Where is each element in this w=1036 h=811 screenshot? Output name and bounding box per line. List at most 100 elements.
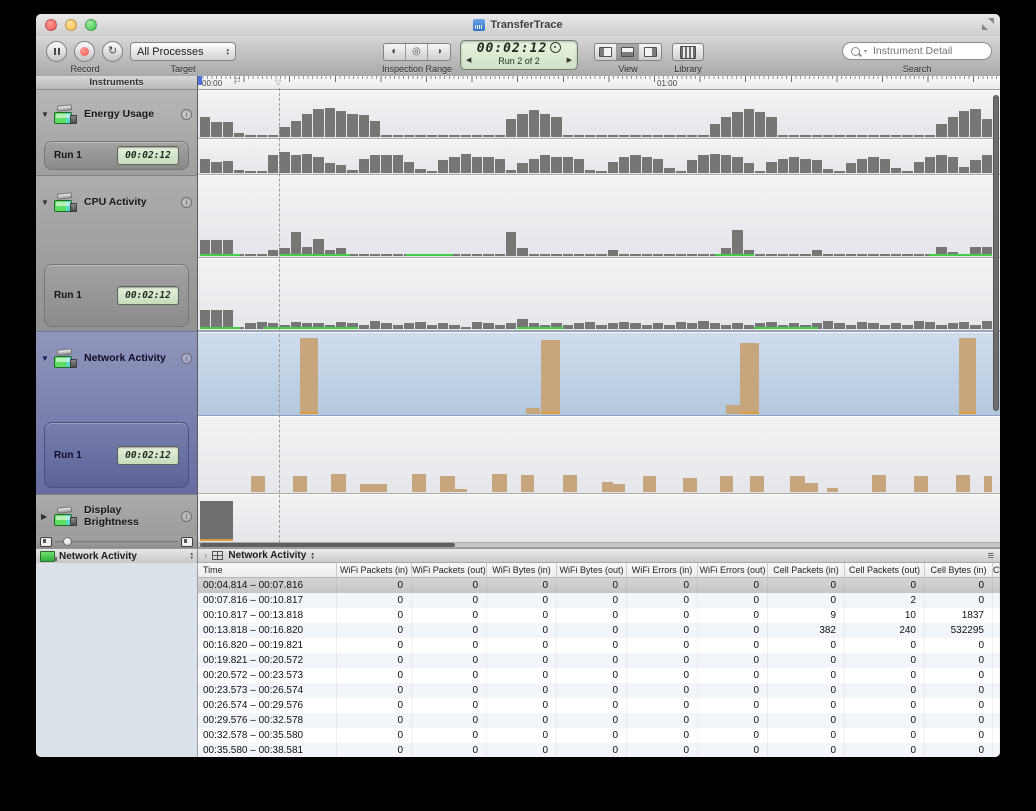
track-bar (585, 135, 595, 137)
table-row[interactable]: 00:32.578 – 00:35.580000000000 (198, 728, 1000, 743)
table-row[interactable]: 00:23.573 – 00:26.574000000000 (198, 683, 1000, 698)
column-header[interactable]: WiFi Errors (out) (698, 563, 768, 577)
view-bottom-panel-button[interactable] (617, 44, 639, 60)
chevron-updown-icon[interactable]: ▴▾ (311, 552, 314, 560)
track-energy-usage[interactable] (198, 90, 1000, 139)
run-card-energy[interactable]: Run 1 00:02:12 (44, 141, 189, 170)
search-input[interactable] (871, 44, 983, 58)
zoom-slider-knob[interactable] (63, 537, 72, 546)
table-row[interactable]: 00:35.580 – 00:38.581000000000 (198, 743, 1000, 757)
cell-value: 0 (412, 713, 487, 728)
info-icon[interactable]: i (181, 109, 192, 120)
track-bar (415, 135, 425, 137)
cell-value: 0 (412, 668, 487, 683)
cell-value: 0 (337, 743, 412, 757)
info-icon[interactable]: i (181, 197, 192, 208)
column-header[interactable]: Time (198, 563, 337, 577)
grid-view-icon[interactable] (212, 551, 223, 560)
sidebar-item-network-activity[interactable]: ▼ Network Activity i Run 1 00:02:12 (36, 331, 198, 494)
table-row[interactable]: 00:26.574 – 00:29.576000000000 (198, 698, 1000, 713)
info-icon[interactable]: i (181, 353, 192, 364)
column-header[interactable]: WiFi Packets (out) (412, 563, 487, 577)
inspection-range-clear-button[interactable]: ◎ (406, 44, 428, 60)
search-field[interactable]: ▾ (842, 42, 992, 60)
sidebar-item-energy-usage[interactable]: ▼ Energy Usage i Run 1 00:02:12 (36, 90, 198, 175)
breadcrumb[interactable]: Network Activity (228, 550, 306, 561)
inspection-range-end-button[interactable]: ◑ (428, 44, 450, 60)
view-left-panel-button[interactable] (595, 44, 617, 60)
zoom-small-icon[interactable] (40, 537, 52, 547)
track-bar (393, 155, 403, 173)
column-header[interactable]: Cell Packets (in) (768, 563, 845, 577)
disclosure-triangle-icon[interactable]: ▼ (41, 110, 50, 119)
loop-button[interactable]: ↻ (102, 41, 123, 62)
track-bar (449, 135, 459, 137)
vertical-scrollbar[interactable] (993, 95, 999, 411)
track-bar (526, 408, 539, 414)
table-row[interactable]: 00:20.572 – 00:23.573000000000 (198, 668, 1000, 683)
track-bar (750, 476, 763, 492)
horizontal-scrollbar[interactable] (200, 543, 455, 547)
table-row[interactable]: 00:07.816 – 00:10.817000000020 (198, 593, 1000, 608)
playhead-triangle-icon[interactable]: ▽ (275, 79, 281, 87)
disclosure-triangle-icon[interactable]: ▼ (41, 354, 50, 363)
track-bar (404, 135, 414, 137)
track-network-activity-selected[interactable] (198, 331, 1000, 416)
titlebar[interactable]: TransferTrace (36, 14, 1000, 37)
table-row[interactable]: 00:10.817 – 00:13.8180000009101837 (198, 608, 1000, 623)
track-cpu-activity-run1[interactable] (198, 258, 1000, 331)
column-header[interactable]: Cell Packets (out) (845, 563, 925, 577)
column-header[interactable]: WiFi Packets (in) (337, 563, 412, 577)
disclosure-triangle-icon[interactable]: ▼ (41, 198, 50, 207)
table-row[interactable]: 00:29.576 – 00:32.578000000000 (198, 713, 1000, 728)
track-bar (766, 117, 776, 137)
column-header[interactable]: WiFi Errors (in) (627, 563, 698, 577)
cell-value: 0 (698, 608, 768, 623)
table-row[interactable]: 00:04.814 – 00:07.816000000000 (198, 578, 1000, 593)
flag-marker-icon[interactable]: ⚐ (233, 77, 241, 86)
track-network-activity-run1[interactable] (198, 416, 1000, 494)
zoom-slider[interactable] (55, 541, 178, 543)
track-energy-usage-run1[interactable] (198, 139, 1000, 175)
column-header[interactable]: C (993, 563, 1000, 577)
track-bar (551, 157, 561, 173)
fullscreen-icon[interactable] (982, 18, 994, 30)
record-button[interactable] (74, 41, 95, 62)
clock-start-icon: ◐ (391, 47, 397, 57)
track-bar (959, 167, 969, 173)
cell-value: 0 (698, 593, 768, 608)
run-card-network[interactable]: Run 1 00:02:12 (44, 422, 189, 488)
column-header[interactable]: Cell Bytes (in) (925, 563, 993, 577)
target-select[interactable]: All Processes ▴▾ (130, 42, 236, 61)
track-display-brightness[interactable] (198, 494, 1000, 543)
library-button[interactable] (672, 43, 704, 61)
target-dot-icon[interactable] (550, 42, 561, 53)
desktop: { "window": { "title": "TransferTrace" }… (0, 0, 1036, 811)
disclosure-triangle-icon[interactable]: ▶ (41, 512, 50, 521)
menu-icon[interactable]: ≡ (988, 550, 994, 562)
view-right-panel-button[interactable] (639, 44, 661, 60)
cell-value: 0 (698, 698, 768, 713)
table-row[interactable]: 00:16.820 – 00:19.821000000000 (198, 638, 1000, 653)
strategy-select[interactable]: Network Activity ▴▾ (36, 548, 198, 563)
view-segmented-control (594, 43, 662, 61)
table-row[interactable]: 00:13.818 – 00:16.820000000382240532295 (198, 623, 1000, 638)
info-icon[interactable]: i (181, 511, 192, 522)
run-card-cpu[interactable]: Run 1 00:02:12 (44, 264, 189, 327)
track-bar (325, 108, 335, 137)
table-row[interactable]: 00:19.821 – 00:20.572000000000 (198, 653, 1000, 668)
sidebar-item-cpu-activity[interactable]: ▼ CPU Activity i Run 1 00:02:12 (36, 175, 198, 331)
run-prev-arrow[interactable]: ◀ (466, 56, 471, 66)
zoom-large-icon[interactable] (181, 537, 193, 547)
track-cpu-activity[interactable] (198, 175, 1000, 258)
column-header[interactable]: WiFi Bytes (out) (557, 563, 627, 577)
timeline-ruler[interactable]: 00:00 01:00 ⚐ (198, 76, 1000, 90)
sidebar-item-display-brightness[interactable]: ▶ Display Brightness i (36, 494, 198, 536)
pause-button[interactable] (46, 41, 67, 62)
track-bar (359, 115, 369, 138)
inspection-range-start-button[interactable]: ◐ (384, 44, 406, 60)
run-next-arrow[interactable]: ▶ (567, 56, 572, 66)
column-header[interactable]: WiFi Bytes (in) (487, 563, 557, 577)
cpu-active-baseline (279, 254, 350, 256)
cell-value: 0 (768, 713, 845, 728)
